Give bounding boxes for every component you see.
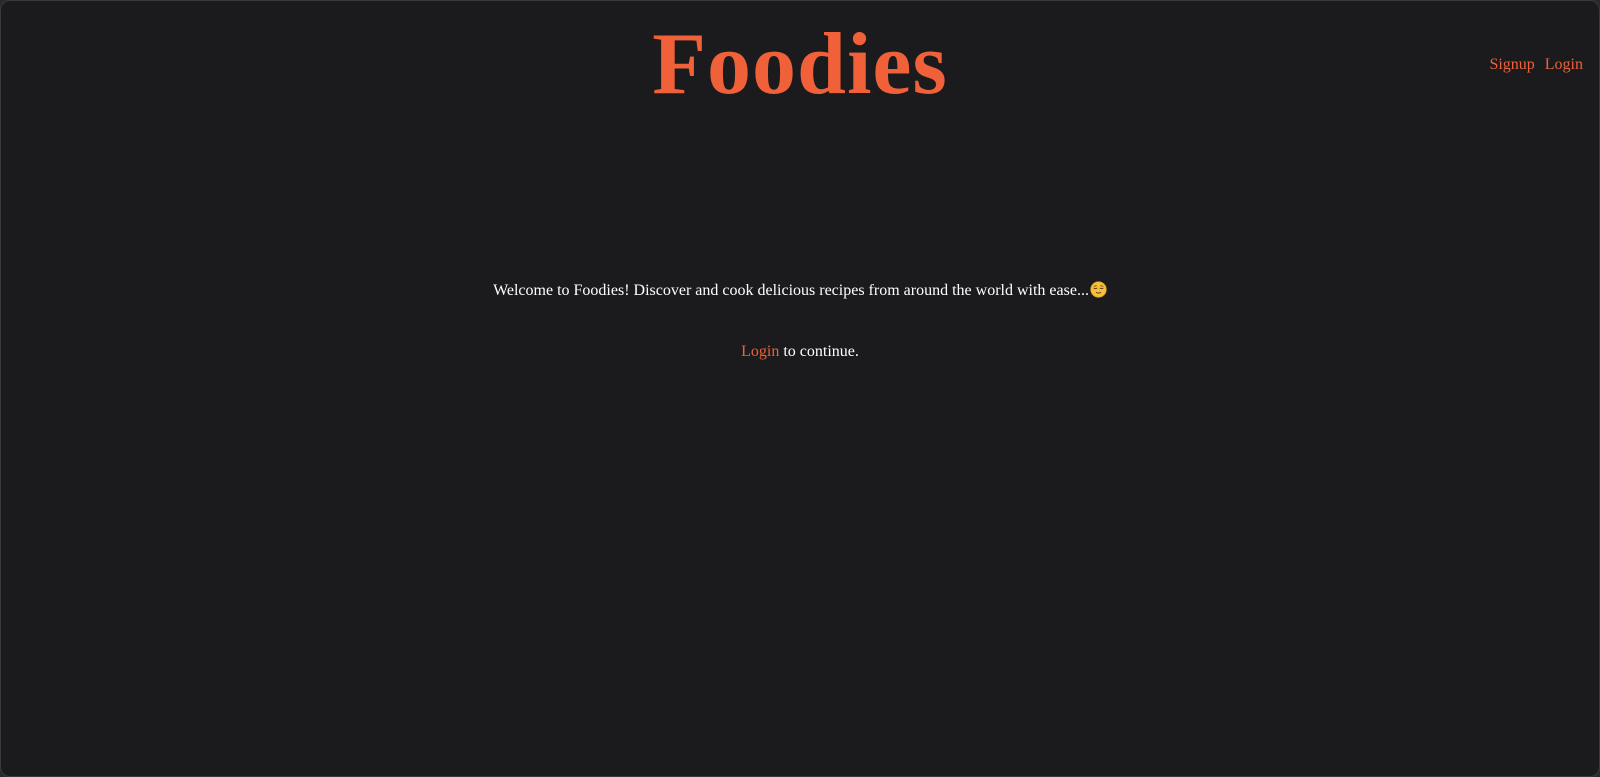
app-window: Foodies Signup Login Welcome to Foodies!… [0,0,1600,777]
welcome-section: Welcome to Foodies! Discover and cook de… [1,279,1599,364]
relieved-face-icon [1090,281,1107,298]
login-link[interactable]: Login [741,343,779,360]
login-nav-link[interactable]: Login [1545,56,1583,73]
brand-title: Foodies [652,16,948,113]
welcome-message: Welcome to Foodies! Discover and cook de… [1,279,1599,303]
continue-text: to continue. [779,343,859,360]
continue-prompt: Login to continue. [1,340,1599,364]
welcome-text: Welcome to Foodies! Discover and cook de… [493,282,1089,299]
signup-link[interactable]: Signup [1489,56,1534,73]
top-nav: Signup Login [1483,53,1583,77]
